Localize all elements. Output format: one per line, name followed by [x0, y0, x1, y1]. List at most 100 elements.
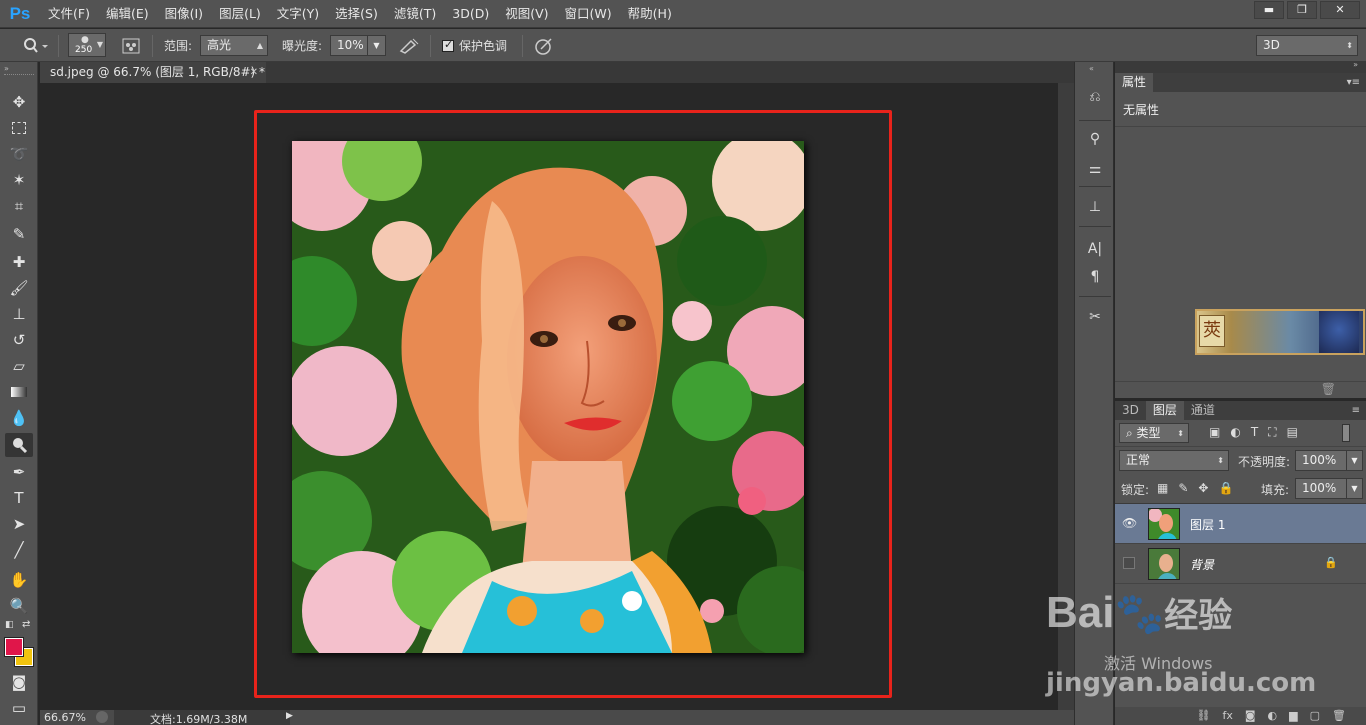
tab-channels[interactable]: 通道 [1184, 401, 1222, 420]
fill-input[interactable]: 100% ▼ [1295, 478, 1363, 499]
hand-tool-icon[interactable]: ✋ [5, 568, 33, 592]
airbrush-toggle[interactable] [398, 35, 420, 56]
layer-row[interactable]: 背景 🔒 [1115, 544, 1366, 584]
filter-smart-object-icon[interactable]: ▤ [1287, 425, 1298, 440]
lock-all-icon[interactable]: 🔒 [1218, 481, 1233, 495]
type-tool-icon[interactable]: T [5, 486, 33, 510]
tab-layers[interactable]: 图层 [1145, 401, 1184, 420]
menu-image[interactable]: 图像(I) [157, 0, 211, 28]
gradient-tool-icon[interactable] [5, 380, 33, 404]
clone-source-icon[interactable]: ⊥ [1083, 196, 1107, 218]
tab-3d[interactable]: 3D [1115, 401, 1146, 420]
menu-edit[interactable]: 编辑(E) [98, 0, 157, 28]
menu-file[interactable]: 文件(F) [40, 0, 98, 28]
close-tab-icon[interactable]: ✕ [250, 62, 258, 83]
range-select[interactable]: 高光 ▲ [200, 35, 268, 56]
magic-wand-icon[interactable]: ✶ [5, 168, 33, 192]
filter-pixel-icon[interactable]: ▣ [1209, 425, 1220, 440]
history-panel-icon[interactable]: ⎌ [1083, 86, 1107, 108]
blur-tool-icon[interactable]: 💧 [5, 406, 33, 430]
filter-adjustment-icon[interactable]: ◐ [1230, 425, 1240, 440]
lock-position-icon[interactable]: ✥ [1198, 481, 1208, 495]
opacity-input[interactable]: 100% ▼ [1295, 450, 1363, 471]
brush-presets-icon[interactable]: ⚲ [1083, 128, 1107, 150]
tab-properties[interactable]: 属性 [1115, 73, 1154, 92]
menu-window[interactable]: 窗口(W) [557, 0, 620, 28]
menu-3d[interactable]: 3D(D) [444, 0, 497, 28]
swap-colors-icon[interactable]: ⇄ [22, 619, 30, 630]
collapse-arrows-icon[interactable]: » [1353, 60, 1358, 69]
minimize-button[interactable]: ▬ [1254, 1, 1284, 19]
eraser-icon[interactable]: ▱ [5, 354, 33, 378]
protect-tones-option[interactable]: 保护色调 [442, 35, 507, 56]
layer-name[interactable]: 图层 1 [1190, 516, 1225, 533]
layer-name[interactable]: 背景 [1190, 556, 1214, 573]
fx-icon[interactable]: fx [1222, 707, 1232, 725]
path-selection-icon[interactable]: ➤ [5, 512, 33, 536]
tools-presets-icon[interactable]: ✂ [1083, 306, 1107, 328]
document-image[interactable] [292, 141, 804, 653]
zoom-tool-icon[interactable]: 🔍 [5, 594, 33, 618]
lasso-tool-icon[interactable]: ➰ [5, 142, 33, 166]
quick-mask-icon[interactable]: ◙ [5, 670, 33, 694]
brush-panel-toggle[interactable] [122, 35, 140, 56]
collapse-arrows-icon[interactable]: « [1089, 64, 1094, 73]
trash-icon[interactable]: 🗑 [1321, 382, 1336, 396]
crop-tool-icon[interactable]: ⌗ [5, 194, 33, 218]
history-brush-icon[interactable]: ↺ [5, 328, 33, 352]
lock-transparent-icon[interactable]: ▦ [1157, 481, 1168, 495]
character-panel-icon[interactable]: A| [1083, 238, 1107, 260]
pressure-size-toggle[interactable] [534, 35, 554, 56]
close-button[interactable]: ✕ [1320, 1, 1360, 19]
eye-icon[interactable]: 👁 [1122, 516, 1137, 530]
pen-tool-icon[interactable]: ✒ [5, 460, 33, 484]
tool-preset-picker[interactable] [20, 35, 48, 56]
chevron-down-icon[interactable]: ▼ [367, 36, 385, 55]
play-arrow-icon[interactable]: ▶ [286, 711, 293, 721]
chevron-down-icon[interactable]: ▼ [1346, 479, 1362, 498]
exposure-input[interactable]: 10% ▼ [330, 35, 386, 56]
clone-stamp-icon[interactable]: ⊥ [5, 302, 33, 326]
trash-icon[interactable]: 🗑 [1332, 707, 1346, 725]
menu-layer[interactable]: 图层(L) [211, 0, 269, 28]
paragraph-panel-icon[interactable]: ¶ [1083, 266, 1107, 288]
layer-row[interactable]: 👁 图层 1 [1115, 504, 1366, 544]
menu-view[interactable]: 视图(V) [497, 0, 556, 28]
default-colors-icon[interactable]: ◧ [5, 620, 14, 630]
chevron-down-icon[interactable]: ▼ [1346, 451, 1362, 470]
menu-type[interactable]: 文字(Y) [269, 0, 327, 28]
adjustment-layer-icon[interactable]: ◐ [1268, 707, 1278, 725]
link-layers-icon[interactable]: ⛓ [1197, 707, 1211, 725]
protect-tones-checkbox[interactable] [442, 38, 454, 52]
eyedropper-icon[interactable]: ✎ [5, 222, 33, 246]
zoom-level[interactable]: 66.67% [44, 711, 86, 724]
panel-menu-icon[interactable]: ≡ [1352, 401, 1360, 420]
layer-filter-select[interactable]: ⌕ 类型 ⬍ [1119, 423, 1189, 443]
blend-mode-select[interactable]: 正常 ⬍ [1119, 450, 1229, 471]
move-tool-icon[interactable]: ✥ [5, 90, 33, 114]
filter-type-icon[interactable]: T [1251, 425, 1258, 440]
visibility-toggle[interactable] [1123, 557, 1135, 569]
collapse-arrows-icon[interactable]: » [4, 64, 9, 73]
marquee-tool-icon[interactable] [5, 116, 33, 140]
add-mask-icon[interactable]: ◙ [1245, 707, 1256, 725]
new-group-icon[interactable]: ▆ [1289, 707, 1297, 725]
menu-filter[interactable]: 滤镜(T) [386, 0, 444, 28]
document-tab[interactable]: sd.jpeg @ 66.7% (图层 1, RGB/8#) * ✕ [40, 62, 266, 83]
line-tool-icon[interactable]: ╱ [5, 538, 33, 562]
adjustments-icon[interactable]: ⚌ [1083, 158, 1107, 180]
workspace-select[interactable]: 3D ⬍ [1256, 35, 1358, 56]
brush-size-picker[interactable]: ● 250 ▼ [68, 33, 106, 57]
menu-select[interactable]: 选择(S) [327, 0, 386, 28]
status-icon[interactable] [96, 711, 108, 723]
filter-shape-icon[interactable]: ⛶ [1268, 425, 1276, 440]
menu-help[interactable]: 帮助(H) [620, 0, 680, 28]
panel-grip[interactable] [4, 74, 34, 76]
filter-toggle[interactable] [1342, 424, 1350, 442]
new-layer-icon[interactable]: ▢ [1310, 707, 1320, 725]
screen-mode-icon[interactable]: ▭ [5, 696, 33, 720]
lock-pixels-icon[interactable]: ✎ [1178, 481, 1188, 495]
panel-menu-icon[interactable]: ▾≡ [1347, 73, 1360, 92]
brush-tool-icon[interactable]: 🖌 [5, 276, 33, 300]
restore-button[interactable]: ❐ [1287, 1, 1317, 19]
